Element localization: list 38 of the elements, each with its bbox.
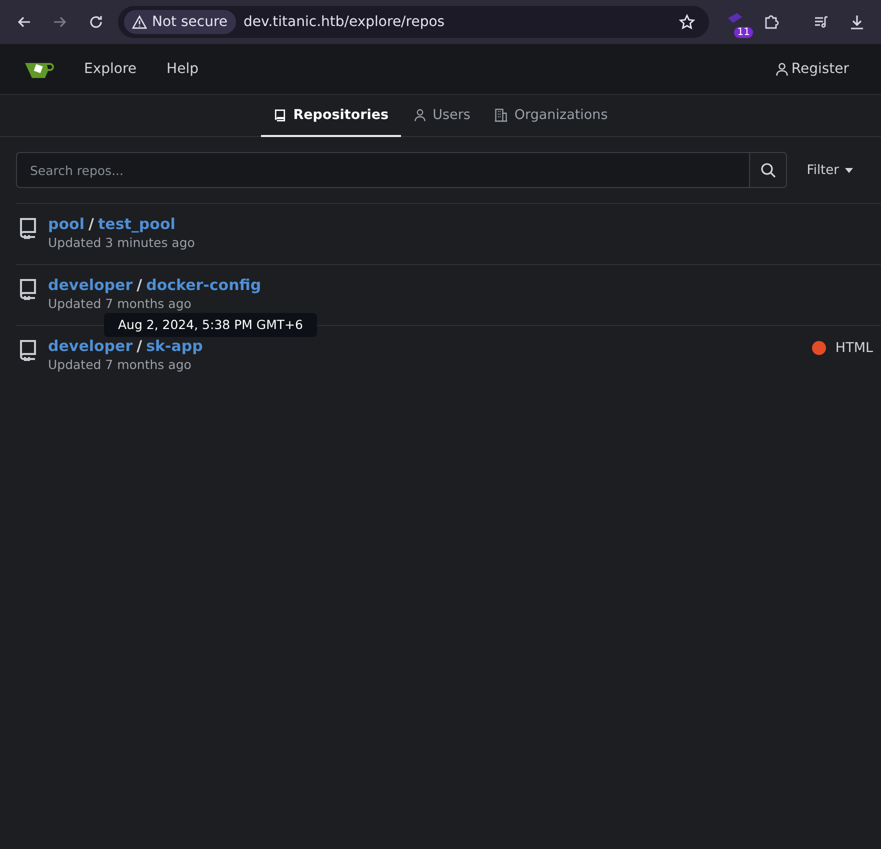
search-field[interactable]: Search repos... [16,152,749,188]
repo-link[interactable]: docker-config [146,276,262,294]
warning-icon [132,15,147,29]
user-icon [412,108,427,122]
filter-dropdown[interactable]: Filter [800,162,865,178]
tab[interactable]: Organizations [482,95,620,137]
owner-link[interactable]: developer [48,337,133,355]
user-icon [775,62,790,76]
repository-icon [18,217,38,239]
path-separator: / [136,276,142,294]
updated-time: Updated 7 months ago [48,296,192,311]
repository-icon [18,339,38,361]
language-label: HTML [835,340,873,356]
tab[interactable]: Repositories [261,95,401,137]
register-link[interactable]: Register [775,61,849,77]
building-icon [494,108,508,122]
extension-badge: 11 [734,27,753,38]
repo-link[interactable]: test_pool [98,215,176,233]
repository-icon [273,108,288,122]
tab[interactable]: Users [400,95,482,137]
repository-icon [18,278,38,300]
nav-link[interactable]: Help [166,61,198,77]
owner-link[interactable]: pool [48,215,84,233]
url-text: dev.titanic.htb/explore/repos [244,14,446,30]
star-icon[interactable] [679,14,695,30]
search-button[interactable] [748,152,787,188]
search-icon [760,162,776,178]
repo-link[interactable]: sk-app [146,337,203,355]
caret-icon [845,168,853,172]
nav-link[interactable]: Explore [84,61,137,77]
owner-link[interactable]: developer [48,276,133,294]
tooltip: Aug 2, 2024, 5:38 PM GMT+6 [104,313,317,337]
security-chip[interactable]: Not secure [124,10,236,34]
path-separator: / [136,337,142,355]
address-bar[interactable]: Not secure dev.titanic.htb/explore/repos [118,6,709,38]
path-separator: / [88,215,94,233]
updated-time: Updated 3 minutes ago [48,235,196,250]
updated-time: Updated 7 months ago [48,357,192,372]
